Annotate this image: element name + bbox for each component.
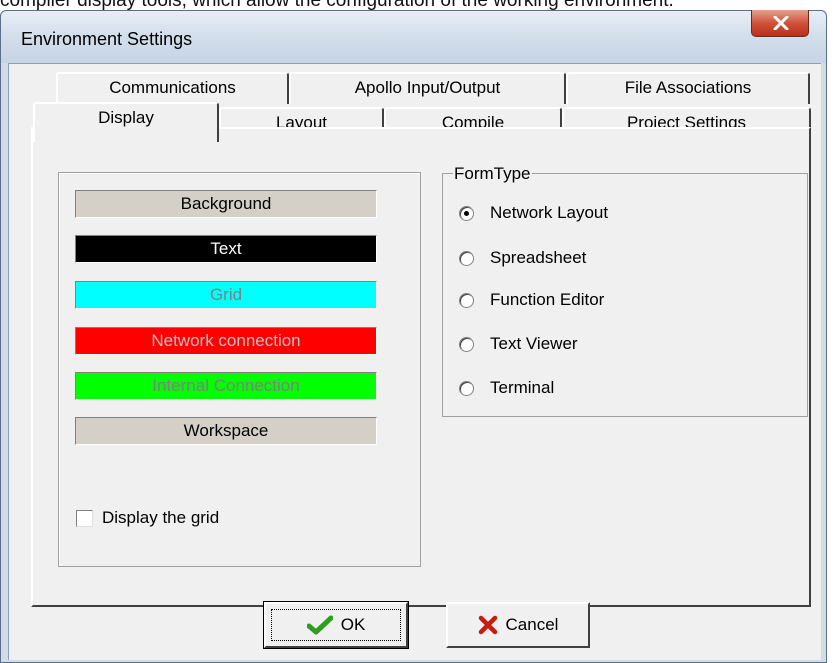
radio-label: Terminal	[490, 378, 555, 397]
radio-label: Spreadsheet	[490, 248, 587, 267]
radio-button[interactable]	[459, 205, 474, 221]
tab-communications[interactable]: Communications	[56, 72, 289, 104]
color-swatch-label: Workspace	[183, 421, 269, 440]
radio-text-viewer[interactable]: Text Viewer	[459, 334, 578, 354]
color-swatch-grid[interactable]: Grid	[75, 281, 377, 309]
color-swatch-internal-connection[interactable]: Internal Connection	[75, 372, 377, 400]
radio-label: Function Editor	[490, 290, 605, 309]
color-swatch-network-connection[interactable]: Network connection	[75, 327, 377, 355]
radio-label: Text Viewer	[490, 334, 578, 353]
window-title: Environment Settings	[21, 29, 193, 49]
tab-label: Communications	[109, 78, 236, 97]
color-swatch-label: Grid	[209, 285, 243, 304]
formtype-legend: FormType	[453, 164, 532, 184]
radio-terminal[interactable]: Terminal	[459, 378, 554, 398]
color-swatch-text[interactable]: Text	[75, 235, 377, 263]
color-swatch-workspace[interactable]: Workspace	[75, 417, 377, 445]
display-grid-label: Display the grid	[102, 508, 220, 527]
color-swatch-label: Internal Connection	[152, 376, 300, 395]
close-button[interactable]	[751, 10, 809, 37]
cancel-label: Cancel	[505, 615, 559, 634]
tab-display[interactable]: Display	[33, 102, 219, 142]
display-grid-row[interactable]: Display the grid	[76, 508, 219, 528]
radio-spreadsheet[interactable]: Spreadsheet	[459, 248, 586, 268]
tab-apollo-input-output[interactable]: Apollo Input/Output	[289, 72, 566, 104]
color-swatch-background[interactable]: Background	[75, 190, 377, 218]
radio-button[interactable]	[459, 250, 474, 266]
red-x-icon	[478, 615, 498, 635]
tab-label: Display	[98, 108, 154, 127]
color-swatch-label: Network connection	[151, 331, 301, 350]
ok-button[interactable]: OK	[263, 601, 409, 649]
tab-file-associations[interactable]: File Associations	[566, 72, 810, 104]
display-grid-checkbox[interactable]	[76, 509, 93, 527]
tab-label: File Associations	[624, 78, 752, 97]
color-swatch-label: Background	[180, 194, 272, 213]
radio-button[interactable]	[459, 292, 474, 308]
focus-rectangle	[271, 609, 401, 641]
radio-button[interactable]	[459, 336, 474, 352]
cancel-button[interactable]: Cancel	[446, 602, 590, 648]
close-icon	[773, 16, 789, 30]
tab-label: Apollo Input/Output	[354, 78, 501, 97]
radio-function-editor[interactable]: Function Editor	[459, 290, 604, 310]
radio-label: Network Layout	[490, 203, 609, 222]
radio-network-layout[interactable]: Network Layout	[459, 203, 608, 223]
title-bar: Environment Settings	[1, 10, 826, 63]
radio-button[interactable]	[459, 380, 474, 396]
color-swatch-label: Text	[210, 239, 242, 258]
